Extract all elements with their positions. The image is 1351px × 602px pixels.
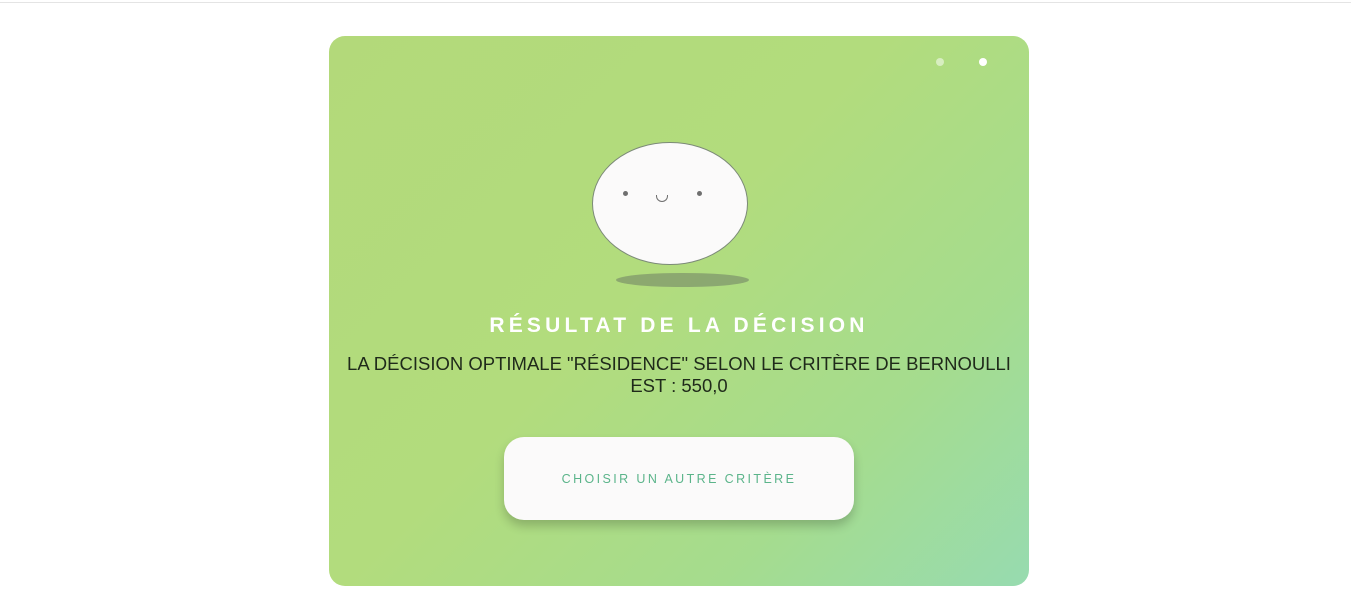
left-eye xyxy=(623,191,628,196)
smiling-face-icon xyxy=(592,142,748,265)
pagination-dot-1[interactable] xyxy=(936,58,944,66)
result-message-line-2: EST : 550,0 xyxy=(630,375,728,396)
face-shadow xyxy=(616,273,749,287)
result-message-line-1: LA DÉCISION OPTIMALE "RÉSIDENCE" SELON L… xyxy=(347,353,1011,374)
right-eye xyxy=(697,191,702,196)
top-divider xyxy=(0,2,1351,3)
choose-other-criterion-button[interactable]: CHOISIR UN AUTRE CRITÈRE xyxy=(504,437,854,520)
result-card: RÉSULTAT DE LA DÉCISION LA DÉCISION OPTI… xyxy=(329,36,1029,586)
result-message: LA DÉCISION OPTIMALE "RÉSIDENCE" SELON L… xyxy=(329,353,1029,397)
smile-mouth xyxy=(656,195,668,202)
result-title: RÉSULTAT DE LA DÉCISION xyxy=(489,314,869,337)
pagination-dot-2-active[interactable] xyxy=(979,58,987,66)
